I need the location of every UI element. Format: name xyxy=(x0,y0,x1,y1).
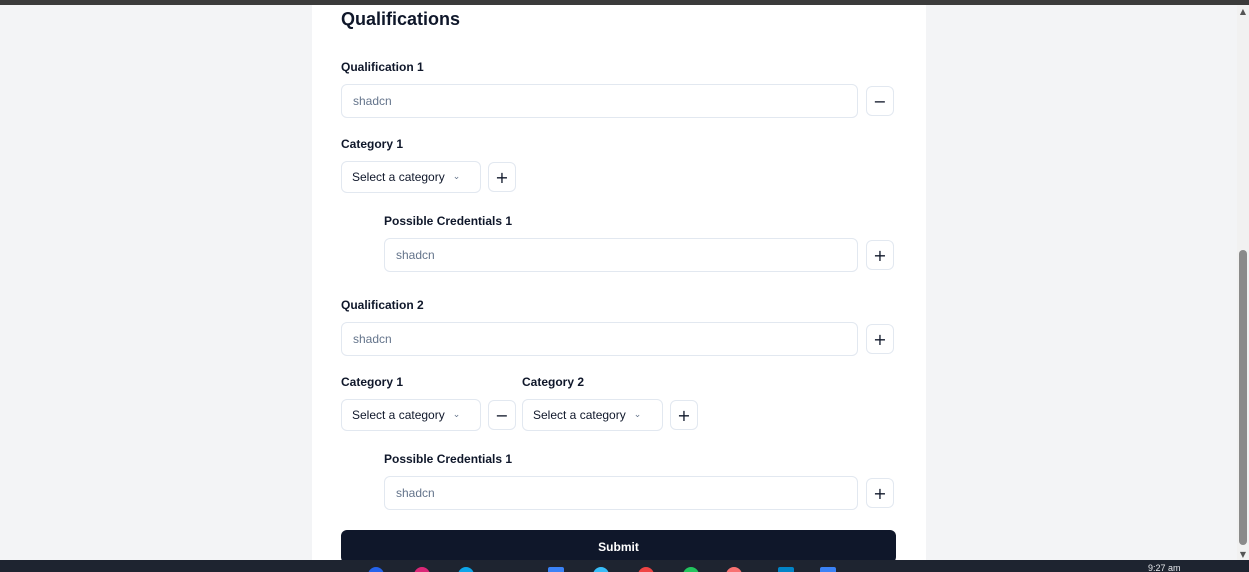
qualification-1-category-1-select[interactable]: Select a category ⌄ xyxy=(341,161,481,193)
taskbar-app-icon[interactable] xyxy=(548,567,564,572)
select-value: Select a category xyxy=(352,170,445,184)
qualification-2-category-2-select[interactable]: Select a category ⌄ xyxy=(522,399,663,431)
add-credential-button[interactable]: + xyxy=(866,240,894,270)
qualification-2-category-2-label: Category 2 xyxy=(522,375,585,389)
add-category-button[interactable]: + xyxy=(488,162,516,192)
qualification-1-credentials-1-input[interactable] xyxy=(384,238,858,272)
qualification-2-credentials-1-input[interactable] xyxy=(384,476,858,510)
add-qualification-button[interactable]: + xyxy=(866,324,894,354)
plus-icon: + xyxy=(873,329,887,349)
page-scrollbar[interactable]: ▲ ▼ xyxy=(1237,5,1249,560)
qualification-1-input[interactable] xyxy=(341,84,858,118)
taskbar-app-icon[interactable] xyxy=(820,567,836,572)
add-credential-button[interactable]: + xyxy=(866,478,894,508)
qualification-2-input[interactable] xyxy=(341,322,858,356)
taskbar-app-icon[interactable] xyxy=(414,567,430,572)
taskbar-app-icon[interactable] xyxy=(593,567,609,572)
plus-icon: + xyxy=(873,245,887,265)
qualification-1-label: Qualification 1 xyxy=(341,60,424,74)
minus-icon: − xyxy=(873,91,887,111)
os-taskbar: 9:27 am xyxy=(0,560,1249,572)
taskbar-app-icon[interactable] xyxy=(458,567,474,572)
taskbar-app-icon[interactable] xyxy=(726,567,742,572)
plus-icon: + xyxy=(495,167,509,187)
plus-icon: + xyxy=(677,405,691,425)
qualification-2-credentials-1-label: Possible Credentials 1 xyxy=(384,452,513,466)
scroll-thumb[interactable] xyxy=(1239,250,1247,545)
qualification-2-category-1-select[interactable]: Select a category ⌄ xyxy=(341,399,481,431)
qualification-2-label: Qualification 2 xyxy=(341,298,424,312)
minus-icon: − xyxy=(495,405,509,425)
taskbar-app-icon[interactable] xyxy=(778,567,794,572)
section-title: Qualifications xyxy=(341,9,461,29)
add-category-button[interactable]: + xyxy=(670,400,698,430)
taskbar-app-icon[interactable] xyxy=(638,567,654,572)
taskbar-app-icon[interactable] xyxy=(368,567,384,572)
scroll-up-icon[interactable]: ▲ xyxy=(1237,5,1249,17)
qualification-1-credentials-1-label: Possible Credentials 1 xyxy=(384,214,513,228)
chevron-down-icon: ⌄ xyxy=(452,172,461,182)
qualification-2-category-1-label: Category 1 xyxy=(341,375,404,389)
select-value: Select a category xyxy=(352,408,445,422)
plus-icon: + xyxy=(873,483,887,503)
qualification-1-category-1-label: Category 1 xyxy=(341,137,404,151)
chevron-down-icon: ⌄ xyxy=(633,410,642,420)
taskbar-clock[interactable]: 9:27 am xyxy=(1148,563,1181,572)
select-value: Select a category xyxy=(533,408,626,422)
submit-button[interactable]: Submit xyxy=(341,530,896,563)
remove-qualification-1-button[interactable]: − xyxy=(866,86,894,116)
chevron-down-icon: ⌄ xyxy=(452,410,461,420)
scroll-down-icon[interactable]: ▼ xyxy=(1237,548,1249,560)
taskbar-app-icon[interactable] xyxy=(683,567,699,572)
remove-category-button[interactable]: − xyxy=(488,400,516,430)
